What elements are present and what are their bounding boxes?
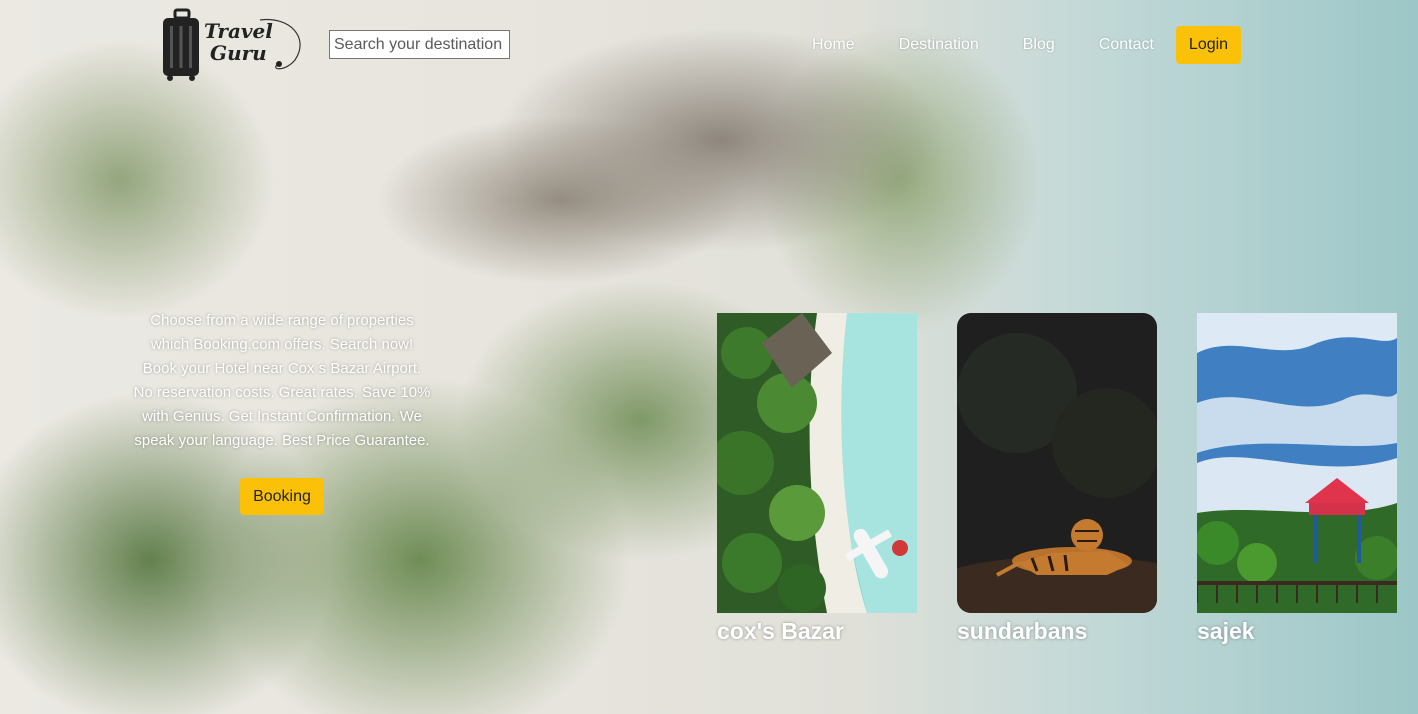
nav-home[interactable]: Home [812,36,855,54]
destination-image[interactable] [957,313,1157,613]
brand-line1: Travel [204,19,273,43]
brand-line2: Guru [210,41,267,65]
brand-name: Travel Guru [204,20,273,64]
nav-contact[interactable]: Contact [1099,36,1154,54]
brand-logo[interactable]: Travel Guru [160,8,320,82]
search-input[interactable] [329,30,510,59]
nav-blog[interactable]: Blog [1023,36,1055,54]
hero-description: Choose from a wide range of properties w… [133,312,431,449]
main-nav: Home Destination Blog Contact [790,26,1176,64]
nav-destination[interactable]: Destination [899,36,979,54]
destination-card-sundarbans[interactable]: sundarbans [957,313,1157,645]
destination-name: sundarbans [957,618,1088,644]
destination-image[interactable] [1197,313,1397,613]
destination-card-coxs-bazar[interactable]: cox's Bazar [717,313,917,645]
travel-guru-page: Travel Guru Home Destination Blog Contac… [0,0,1418,714]
login-button[interactable]: Login [1176,26,1241,64]
destination-name: cox's Bazar [717,618,844,644]
destination-image[interactable] [717,313,917,613]
destination-name: sajek [1197,618,1255,644]
booking-button[interactable]: Booking [240,478,324,515]
destination-card-sajek[interactable]: sajek [1197,313,1397,645]
